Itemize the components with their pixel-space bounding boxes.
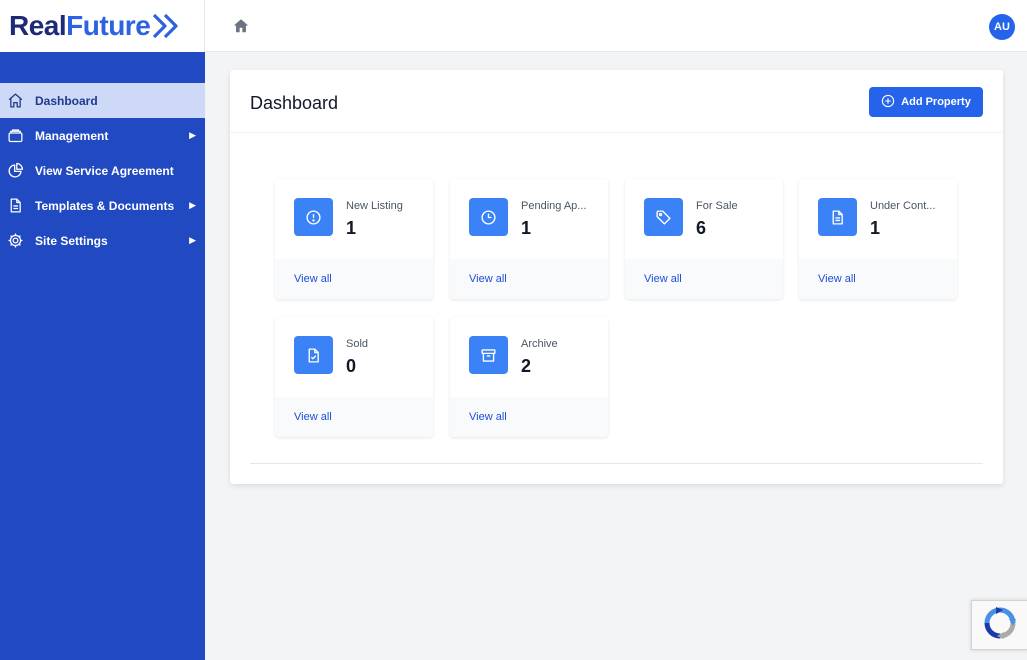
document-icon	[7, 197, 24, 214]
exclamation-circle-icon	[294, 198, 333, 236]
card-label: Under Cont...	[870, 200, 936, 212]
sidebar-item-label: Dashboard	[35, 93, 98, 108]
stat-card-under-contract: Under Cont... 1 View all	[799, 179, 957, 299]
panel-header: Dashboard Add Property	[230, 70, 1003, 133]
sidebar-item-management[interactable]: Management ▶	[0, 118, 205, 153]
brand-logo[interactable]: RealFuture	[0, 0, 205, 52]
submenu-caret-icon: ▶	[189, 130, 196, 140]
user-avatar[interactable]: AU	[989, 14, 1015, 40]
stat-card-archive: Archive 2 View all	[450, 317, 608, 437]
dashboard-panel: Dashboard Add Property New Listing 1 Vie…	[230, 70, 1003, 484]
sidebar-nav: Dashboard Management ▶ View Service Agre…	[0, 83, 205, 258]
add-property-label: Add Property	[901, 96, 971, 108]
folder-icon	[7, 127, 24, 144]
recaptcha-logo-icon	[983, 606, 1017, 645]
card-value: 0	[346, 356, 357, 376]
card-value: 2	[521, 356, 532, 376]
sidebar-item-site-settings[interactable]: Site Settings ▶	[0, 223, 205, 258]
view-all-link[interactable]: View all	[469, 411, 507, 423]
plus-circle-icon	[881, 94, 895, 111]
top-bar: RealFuture AU	[0, 0, 1027, 52]
card-value: 1	[521, 218, 532, 238]
sidebar-item-label: Templates & Documents	[35, 198, 175, 213]
home-outline-icon	[7, 92, 24, 109]
view-all-link[interactable]: View all	[644, 273, 682, 285]
stat-card-sold: Sold 0 View all	[275, 317, 433, 437]
sidebar-item-view-service-agreement[interactable]: View Service Agreement	[0, 153, 205, 188]
submenu-caret-icon: ▶	[189, 235, 196, 245]
card-value: 1	[870, 218, 881, 238]
card-label: Archive	[521, 338, 558, 350]
stat-card-pending-approval: Pending Ap... 1 View all	[450, 179, 608, 299]
sidebar-item-label: View Service Agreement	[35, 163, 174, 178]
view-all-link[interactable]: View all	[818, 273, 856, 285]
add-property-button[interactable]: Add Property	[869, 87, 983, 117]
brand-chevrons-icon	[151, 12, 187, 40]
view-all-link[interactable]: View all	[294, 411, 332, 423]
brand-name: RealFuture	[9, 10, 151, 41]
gear-icon	[7, 232, 24, 249]
card-label: New Listing	[346, 200, 403, 212]
panel-divider	[250, 463, 983, 464]
stat-card-for-sale: For Sale 6 View all	[625, 179, 783, 299]
sidebar-item-label: Management	[35, 128, 109, 143]
stat-card-new-listing: New Listing 1 View all	[275, 179, 433, 299]
view-all-link[interactable]: View all	[294, 273, 332, 285]
submenu-caret-icon: ▶	[189, 200, 196, 210]
card-label: For Sale	[696, 200, 738, 212]
card-label: Pending Ap...	[521, 200, 587, 212]
sidebar-item-templates-documents[interactable]: Templates & Documents ▶	[0, 188, 205, 223]
home-icon[interactable]	[232, 17, 250, 35]
view-all-link[interactable]: View all	[469, 273, 507, 285]
card-value: 6	[696, 218, 707, 238]
archive-box-icon	[469, 336, 508, 374]
tag-icon	[644, 198, 683, 236]
sidebar-item-label: Site Settings	[35, 233, 108, 248]
sidebar: Dashboard Management ▶ View Service Agre…	[0, 52, 205, 660]
document-check-icon	[294, 336, 333, 374]
sidebar-item-dashboard[interactable]: Dashboard	[0, 83, 205, 118]
card-label: Sold	[346, 338, 369, 350]
document-icon	[818, 198, 857, 236]
pie-chart-icon	[7, 162, 24, 179]
page-title: Dashboard	[250, 93, 339, 113]
clock-icon	[469, 198, 508, 236]
recaptcha-badge[interactable]	[971, 600, 1027, 650]
card-value: 1	[346, 218, 357, 238]
